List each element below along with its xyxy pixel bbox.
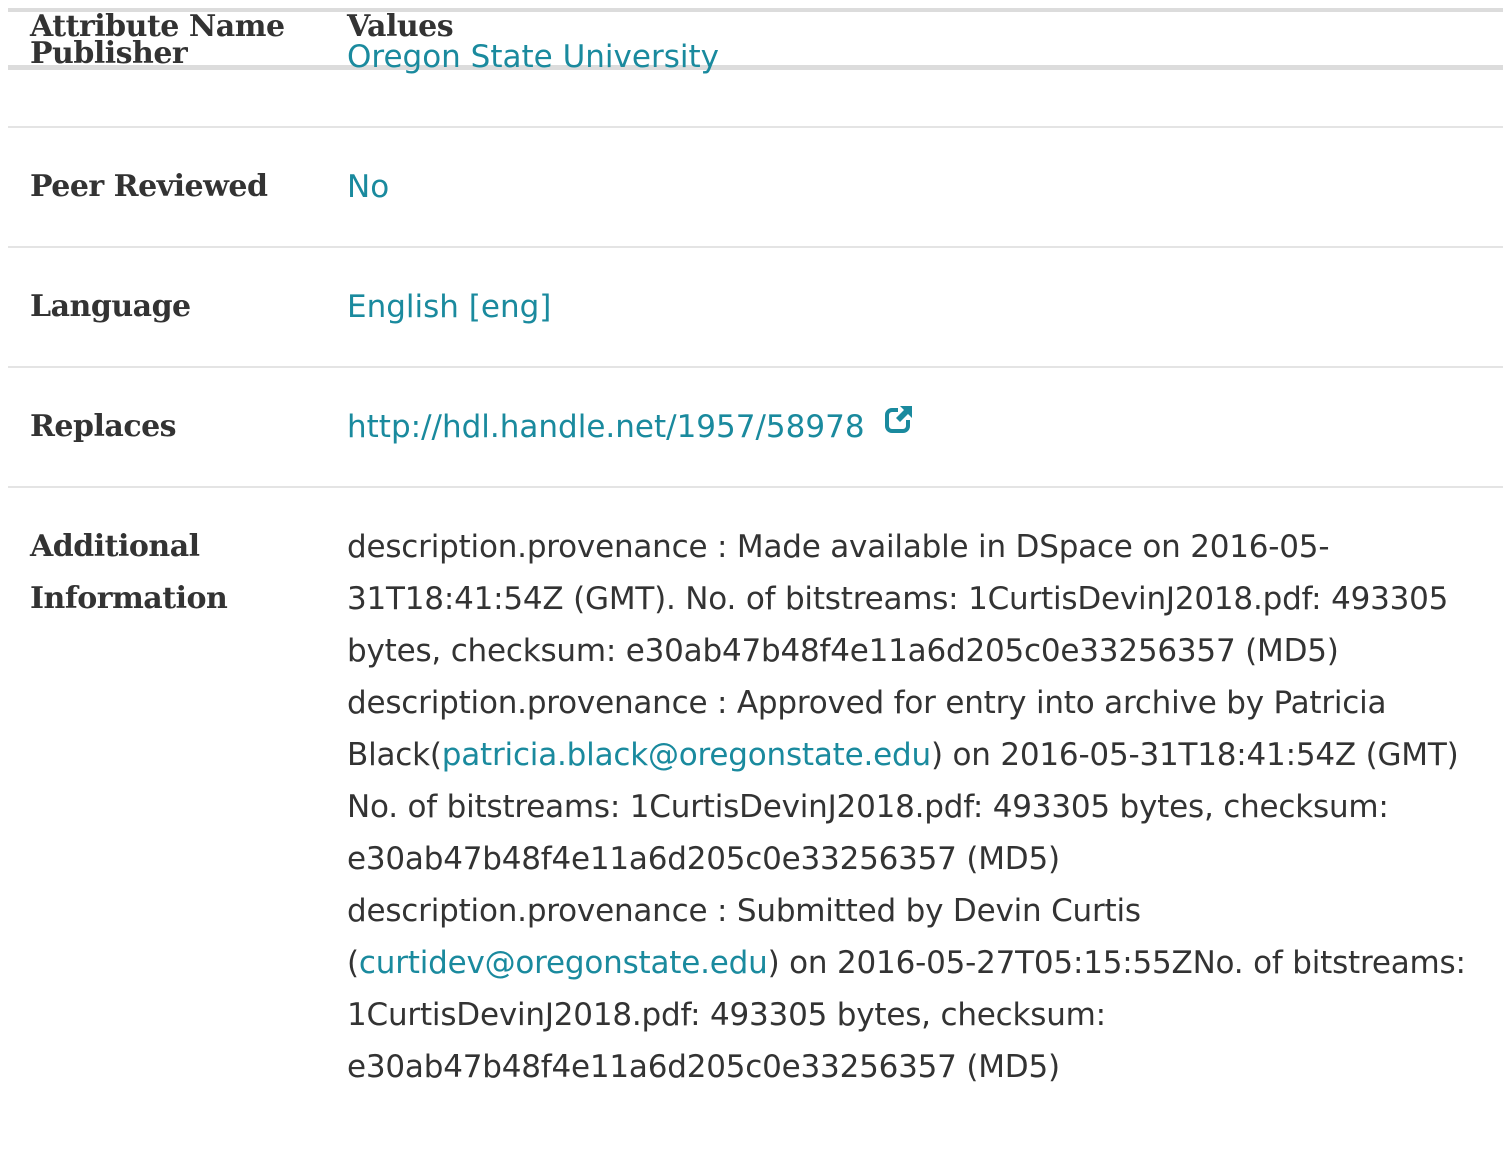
table-row-additional-information: Additional Information description.prove… — [8, 488, 1503, 1085]
table-row-replaces: Replaces http://hdl.handle.net/1957/5897… — [8, 368, 1503, 488]
approver-email-link[interactable]: patricia.black@oregonstate.edu — [442, 737, 931, 773]
replaces-label: Replaces — [30, 409, 177, 444]
table-row-peer-reviewed: Peer Reviewed No — [8, 128, 1503, 248]
peer-reviewed-label: Peer Reviewed — [30, 169, 268, 204]
external-link-icon[interactable] — [884, 397, 913, 449]
provenance-list: description.provenance : Made available … — [347, 521, 1477, 1093]
language-link[interactable]: English [eng] — [347, 289, 551, 325]
provenance-entry-1: description.provenance : Made available … — [347, 529, 1449, 669]
publisher-link[interactable]: Oregon State University — [347, 42, 719, 73]
values-header: Values — [347, 9, 454, 44]
additional-label-line2: Information — [30, 581, 228, 616]
peer-reviewed-link[interactable]: No — [347, 169, 389, 205]
provenance-entry-2: description.provenance : Approved for en… — [347, 677, 1477, 885]
table-row — [8, 70, 1503, 128]
publisher-label: Publisher — [30, 36, 188, 71]
metadata-table: Attribute Name Publisher Values Oregon S… — [8, 8, 1503, 1085]
additional-label-line1: Additional — [30, 529, 200, 564]
additional-information-label: Additional Information — [30, 521, 320, 625]
table-row-language: Language English [eng] — [8, 248, 1503, 368]
language-label: Language — [30, 289, 191, 324]
table-header: Attribute Name Publisher Values Oregon S… — [8, 8, 1503, 73]
provenance-entry-3: description.provenance : Submitted by De… — [347, 885, 1477, 1093]
replaces-link[interactable]: http://hdl.handle.net/1957/58978 — [347, 409, 865, 445]
submitter-email-link[interactable]: curtidev@oregonstate.edu — [359, 945, 768, 981]
